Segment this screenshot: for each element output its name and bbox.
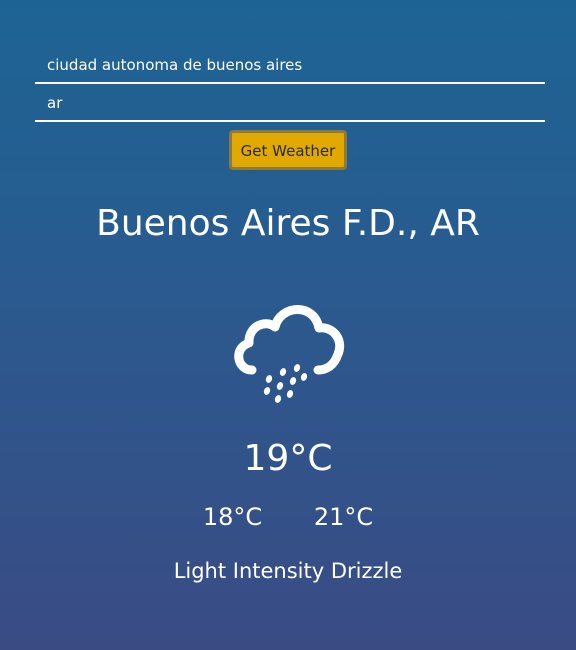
city-input[interactable] bbox=[35, 48, 545, 82]
current-temperature: 19°C bbox=[243, 438, 333, 479]
rain-cloud-icon bbox=[228, 296, 348, 408]
weather-description: Light Intensity Drizzle bbox=[173, 559, 403, 583]
button-row: Get Weather bbox=[0, 80, 576, 170]
max-temperature: 21°C bbox=[313, 503, 374, 531]
city-field-wrapper bbox=[35, 48, 545, 84]
get-weather-button[interactable]: Get Weather bbox=[229, 130, 347, 170]
min-temperature: 18°C bbox=[202, 503, 263, 531]
location-title: Buenos Aires F.D., AR bbox=[96, 203, 480, 244]
temperature-range: 18°C 21°C bbox=[0, 503, 576, 531]
